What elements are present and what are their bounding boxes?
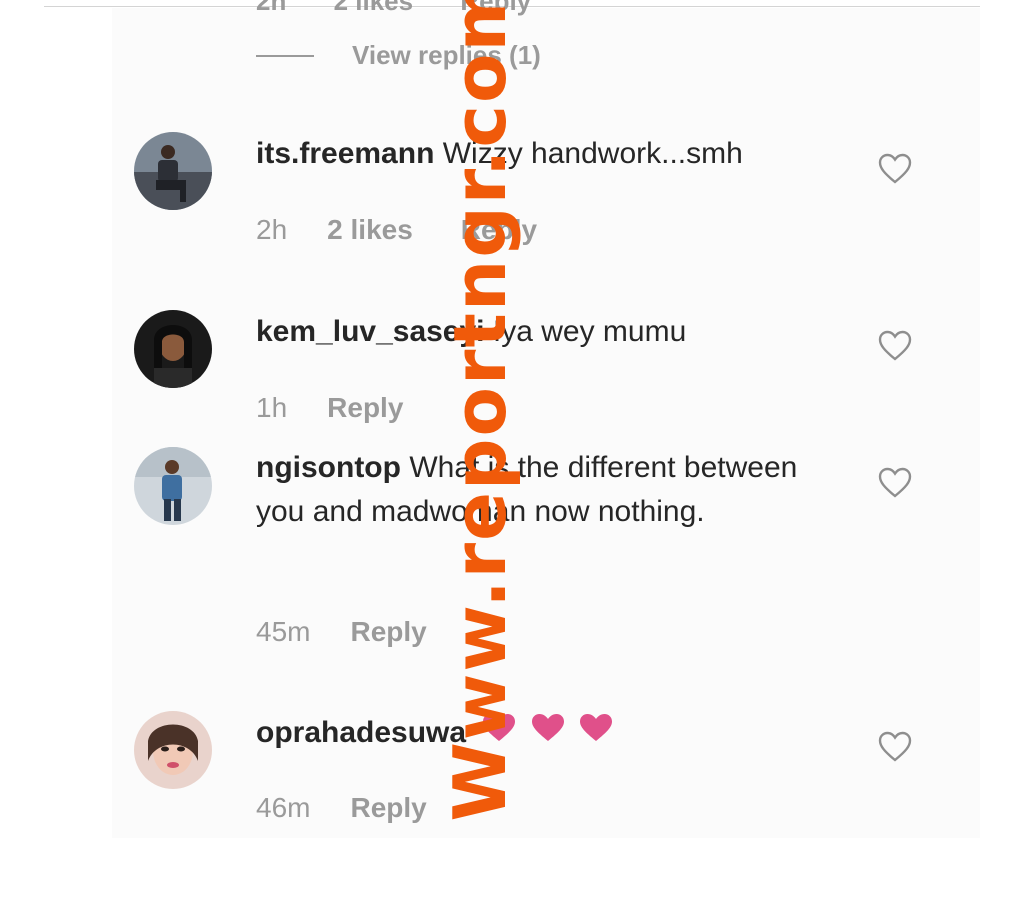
view-replies-line (256, 54, 314, 57)
comment-username[interactable]: ngisontop (256, 451, 401, 484)
pink-heart-icon (580, 714, 613, 742)
avatar-oprahadesuwa[interactable] (134, 711, 212, 789)
comment-body: its.freemann Wizzy handwork...smh (256, 132, 816, 176)
reply-button[interactable]: Reply (350, 792, 426, 824)
avatar-its-freemann[interactable] (134, 132, 212, 210)
comment-body: kem_luv_saseyi Iya wey mumu (256, 310, 816, 354)
like-heart-icon[interactable] (878, 153, 912, 185)
comment-meta: 46m Reply (256, 792, 427, 824)
reply-button[interactable]: Reply (327, 392, 403, 424)
comment-meta: 2h 2 likes Reply (256, 214, 537, 246)
comment-body: ngisontop What is the different between … (256, 446, 816, 534)
comment-meta: 1h Reply (256, 392, 403, 424)
comment-time: 1h (256, 392, 288, 423)
cropped-likes[interactable]: 2 likes (334, 0, 414, 16)
cropped-time: 2h (256, 0, 287, 16)
comment-time: 2h (256, 214, 288, 245)
comment-likes[interactable]: 2 likes (327, 214, 413, 246)
comment-username[interactable]: oprahadesuwa (256, 716, 466, 749)
view-replies-label[interactable]: View replies (1) (352, 40, 541, 71)
comment-username[interactable]: its.freemann (256, 137, 434, 170)
reply-button[interactable]: Reply (350, 616, 426, 648)
pink-heart-icon (531, 714, 564, 742)
comment-username[interactable]: kem_luv_saseyi (256, 315, 485, 348)
like-heart-icon[interactable] (878, 467, 912, 499)
comment-time: 45m (256, 616, 311, 647)
reply-button[interactable]: Reply (461, 214, 537, 246)
comment-time: 46m (256, 792, 311, 823)
emoji-hearts (482, 712, 619, 756)
comment-text: Wizzy handwork...smh (442, 137, 743, 170)
pink-heart-icon (483, 714, 516, 742)
like-heart-icon[interactable] (878, 330, 912, 362)
avatar-ngisontop[interactable] (134, 447, 212, 525)
like-heart-icon[interactable] (878, 731, 912, 763)
cropped-reply[interactable]: Reply (460, 0, 531, 16)
comment-body: oprahadesuwa (256, 711, 816, 756)
view-replies-button[interactable]: View replies (1) (256, 40, 541, 71)
avatar-kem-luv-saseyi[interactable] (134, 310, 212, 388)
cropped-comment-meta: 2h 2 likes Reply (256, 0, 571, 17)
comment-text: Iya wey mumu (492, 315, 687, 348)
comment-meta: 45m Reply (256, 616, 427, 648)
